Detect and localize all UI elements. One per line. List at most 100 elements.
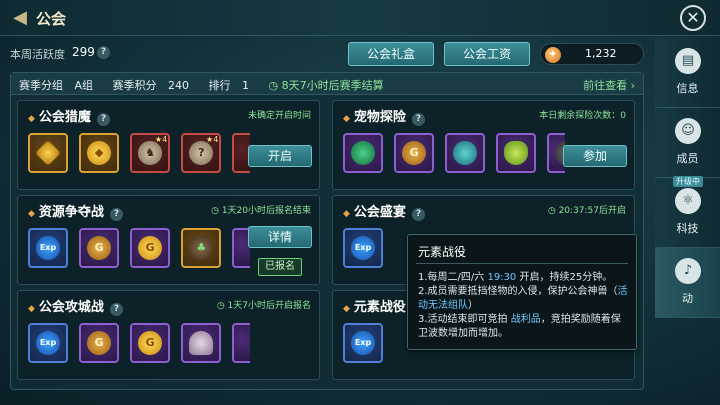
guild-gift-box-button[interactable]: 公会礼盒: [348, 42, 434, 66]
reward-slot[interactable]: [343, 133, 383, 173]
side-item-info[interactable]: ▤ 信息: [655, 38, 720, 108]
reward-items: Exp: [343, 323, 389, 367]
card-status: 未确定开启时间: [247, 111, 311, 121]
season-info: 赛季分组 A组 赛季积分 240 排行 1 ◷ 8天7小时后赛季结算: [19, 77, 400, 93]
exp-icon: Exp: [36, 331, 60, 355]
reward-items: ◆ ♞ ★4 ? ★4: [28, 133, 251, 177]
guild-g-icon: G: [87, 236, 112, 260]
help-icon[interactable]: ?: [96, 113, 110, 126]
registered-badge: 已报名: [258, 258, 302, 276]
card-status: 本日剩余探险次数：0: [539, 111, 626, 121]
help-icon[interactable]: ?: [109, 303, 123, 316]
reward-slot[interactable]: Exp: [28, 228, 68, 268]
card-title: ◆ 元素战役: [343, 300, 406, 315]
details-button[interactable]: 详情: [248, 226, 312, 248]
tooltip-divider: [416, 263, 628, 264]
tech-icon: ⚛: [675, 188, 701, 214]
diamond-icon: ◆: [28, 304, 35, 314]
help-icon[interactable]: ?: [411, 113, 425, 126]
season-rank: 排行 1: [208, 79, 250, 92]
reward-items: Exp G G: [28, 323, 251, 367]
gold-coin-icon: G: [138, 236, 163, 260]
exp-icon: Exp: [36, 236, 60, 260]
side-nav: ▤ 信息 ☺ 成员 升级中 ⚛ 科技 ♪ 动: [655, 38, 720, 405]
upgrading-badge: 升级中: [673, 176, 703, 187]
reward-slot[interactable]: Exp: [343, 228, 383, 268]
star-badge: ★4: [206, 135, 219, 144]
tooltip-body: 1.每周二/四/六 19:30 开启，持续25分钟。 2.成员需要抵挡怪物的入侵…: [418, 271, 630, 341]
weekly-activity-value: 299: [72, 45, 95, 59]
members-icon: ☺: [675, 118, 701, 144]
back-arrow-icon[interactable]: [10, 7, 30, 29]
card-title: ◆ 公会猎魔?: [28, 106, 110, 126]
weekly-activity-label: 本周活跃度: [10, 48, 65, 61]
reward-slot[interactable]: G: [79, 228, 120, 268]
side-item-tech[interactable]: 升级中 ⚛ 科技: [655, 176, 720, 248]
card-title: ◆ 公会攻城战?: [28, 296, 123, 316]
flame-currency-icon: ✦: [545, 47, 561, 63]
side-item-members[interactable]: ☺ 成员: [655, 108, 720, 178]
gold-gem-icon: [35, 140, 61, 166]
tooltip-title: 元素战役: [418, 245, 467, 259]
activity-help-icon[interactable]: ?: [97, 46, 110, 59]
card-status: 20:37:57后开启: [548, 203, 626, 216]
beast-mystery-icon: ?: [189, 141, 214, 165]
guild-salary-button[interactable]: 公会工资: [444, 42, 530, 66]
powder-pile-icon: [189, 331, 214, 355]
reward-slot[interactable]: Exp: [343, 323, 383, 363]
diamond-icon: ◆: [343, 209, 350, 219]
reward-slot-partial[interactable]: [232, 323, 251, 363]
currency-display: ✦ 1,232: [540, 43, 644, 65]
reward-slot[interactable]: ◆: [79, 133, 120, 173]
reward-slot[interactable]: ? ★4: [181, 133, 222, 173]
resource-battle-card: ◆资源争夺战? 1天20小时后报名结束 Exp G G ♣ 详情 已报名: [17, 195, 320, 285]
element-battle-tooltip: 元素战役 1.每周二/四/六 19:30 开启，持续25分钟。 2.成员需要抵挡…: [407, 234, 637, 350]
guild-g-icon: G: [402, 141, 427, 165]
join-button[interactable]: 参加: [563, 145, 627, 167]
sprout-icon: ♣: [189, 236, 214, 260]
close-button[interactable]: ✕: [680, 5, 706, 31]
green-orb-icon: [351, 141, 375, 165]
reward-slot[interactable]: [496, 133, 537, 173]
tooltip-line-3: 3.活动结束即可竞拍 战利品，竞拍奖励随着保卫波数增加而增加。: [418, 314, 621, 339]
exp-icon: Exp: [351, 236, 375, 260]
help-icon[interactable]: ?: [411, 208, 425, 221]
season-goto-link[interactable]: 前往查看 ›: [583, 77, 635, 93]
reward-items: G: [343, 133, 566, 177]
open-button[interactable]: 开启: [248, 145, 312, 167]
diamond-icon: ◆: [28, 114, 35, 124]
guild-siege-card: ◆公会攻城战? 1天7小时后开启报名 Exp G G: [17, 290, 320, 380]
reward-slot[interactable]: [28, 133, 68, 173]
beast-mount-icon: ♞: [138, 141, 163, 165]
season-group: 赛季分组 A组: [19, 79, 94, 92]
top-bar: 公会 ✕: [0, 0, 720, 36]
star-badge: ★4: [154, 135, 168, 144]
card-status: 1天20小时后报名结束: [211, 203, 311, 216]
reward-items: Exp G G ♣: [28, 228, 251, 272]
gold-nuggets-icon: ◆: [87, 141, 112, 165]
currency-value: 1,232: [585, 47, 617, 60]
reward-slot[interactable]: G: [394, 133, 435, 173]
reward-slot[interactable]: Exp: [28, 323, 68, 363]
page-title: 公会: [36, 10, 67, 28]
reward-slot[interactable]: G: [79, 323, 120, 363]
guild-hunt-card: ◆ 公会猎魔? 未确定开启时间 ◆ ♞ ★4 ? ★4 开启: [17, 100, 320, 190]
reward-slot[interactable]: ♞ ★4: [130, 133, 171, 173]
tooltip-line-2: 2.成员需要抵挡怪物的入侵，保护公会神兽（活动无法组队）: [418, 286, 628, 311]
season-bar: 赛季分组 A组 赛季积分 240 排行 1 ◷ 8天7小时后赛季结算 前往查看 …: [11, 73, 643, 95]
exp-icon: Exp: [351, 331, 375, 355]
reward-slot[interactable]: [181, 323, 222, 363]
side-item-activity[interactable]: ♪ 动: [655, 248, 720, 318]
potion-bottle-icon: [504, 141, 529, 165]
info-icon: ▤: [675, 48, 701, 74]
reward-slot[interactable]: ♣: [181, 228, 222, 268]
reward-slot[interactable]: G: [130, 228, 171, 268]
pet-adventure-card: ◆ 宠物探险? 本日剩余探险次数：0 G 参加: [332, 100, 635, 190]
reward-slot[interactable]: [445, 133, 486, 173]
diamond-icon: ◆: [343, 304, 350, 314]
help-icon[interactable]: ?: [109, 208, 123, 221]
activity-bell-icon: ♪: [675, 258, 701, 284]
season-timer: ◷ 8天7小时后赛季结算: [268, 79, 384, 92]
reward-slot[interactable]: G: [130, 323, 171, 363]
tooltip-line-1: 1.每周二/四/六 19:30 开启，持续25分钟。: [418, 272, 613, 283]
